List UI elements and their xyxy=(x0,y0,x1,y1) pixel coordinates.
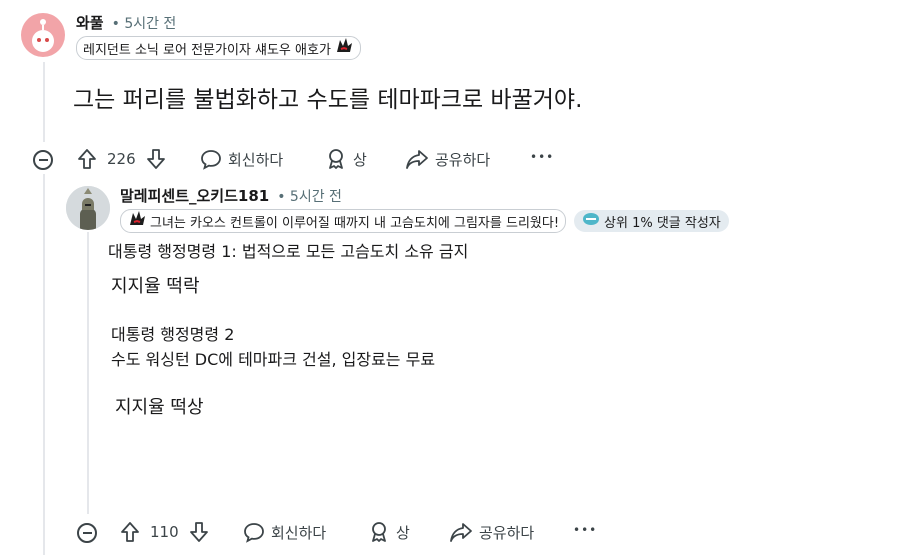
reply-label: 회신하다 xyxy=(228,150,284,169)
downvote-icon[interactable] xyxy=(146,148,166,170)
reply-icon xyxy=(243,521,265,543)
collapse-icon[interactable] xyxy=(33,150,53,170)
thread-line-2 xyxy=(87,232,89,514)
share-label: 공유하다 xyxy=(435,150,491,169)
thread-line-1 xyxy=(43,62,45,142)
timestamp: • 5시간 전 xyxy=(111,15,177,32)
username[interactable]: 와풀 xyxy=(76,12,104,33)
comment-body: 그는 퍼리를 불법화하고 수도를 테마파크로 바꿀거야. xyxy=(73,87,583,113)
upvote-icon[interactable] xyxy=(77,148,97,170)
award-label: 상 xyxy=(396,523,410,542)
top-commenter-badge: 상위 1% 댓글 작성자 xyxy=(574,210,729,232)
vote-group: 110 xyxy=(120,521,209,543)
timestamp: • 5시간 전 xyxy=(277,188,342,205)
flair-text: 레지던트 소닉 로어 전문가이자 섀도우 애호가 xyxy=(83,42,331,58)
snoo-avatar[interactable] xyxy=(21,13,65,57)
downvote-icon[interactable] xyxy=(189,521,209,543)
award-button[interactable]: 상 xyxy=(325,148,367,170)
badge-text: 상위 1% 댓글 작성자 xyxy=(604,215,721,231)
award-icon xyxy=(325,148,347,170)
share-button[interactable]: 공유하다 xyxy=(405,148,490,170)
share-label: 공유하다 xyxy=(479,523,535,542)
username[interactable]: 말레피센트_오키드181 xyxy=(120,185,269,206)
user-flair: 그녀는 카오스 컨트롤이 이루어질 때까지 내 고슴도치에 그림자를 드리웠다! xyxy=(120,209,567,233)
award-button[interactable]: 상 xyxy=(368,521,410,543)
reply-button[interactable]: 회신하다 xyxy=(200,148,283,170)
shadow-flair-icon xyxy=(127,210,147,232)
award-label: 상 xyxy=(353,150,367,169)
comment-line-2: 지지율 떡락 xyxy=(111,276,200,297)
vote-count: 226 xyxy=(107,150,136,168)
comment-line-5: 지지율 떡상 xyxy=(115,397,204,418)
vote-count: 110 xyxy=(150,523,179,541)
share-icon xyxy=(449,521,473,543)
upvote-icon[interactable] xyxy=(120,521,140,543)
vote-group: 226 xyxy=(77,148,166,170)
collapse-icon[interactable] xyxy=(77,523,97,543)
comment-line-1: 대통령 행정명령 1: 법적으로 모든 고슴도치 소유 금지 xyxy=(108,242,469,261)
thread-line-branch xyxy=(43,174,45,555)
reply-label: 회신하다 xyxy=(271,523,327,542)
share-icon xyxy=(405,148,429,170)
more-icon[interactable]: ••• xyxy=(573,523,597,537)
share-button[interactable]: 공유하다 xyxy=(449,521,534,543)
more-icon[interactable]: ••• xyxy=(530,150,554,164)
comment-line-3: 대통령 행정명령 2 xyxy=(111,325,235,344)
reply-button[interactable]: 회신하다 xyxy=(243,521,326,543)
reply-icon xyxy=(200,148,222,170)
knight-avatar[interactable] xyxy=(66,186,110,230)
award-icon xyxy=(368,521,390,543)
flair-text: 그녀는 카오스 컨트롤이 이루어질 때까지 내 고슴도치에 그림자를 드리웠다! xyxy=(150,215,560,231)
shadow-flair-icon xyxy=(334,37,354,59)
user-flair: 레지던트 소닉 로어 전문가이자 섀도우 애호가 xyxy=(76,36,361,60)
comment-line-4: 수도 워싱턴 DC에 테마파크 건설, 입장료는 무료 xyxy=(111,350,436,369)
top-commenter-icon xyxy=(582,212,600,230)
